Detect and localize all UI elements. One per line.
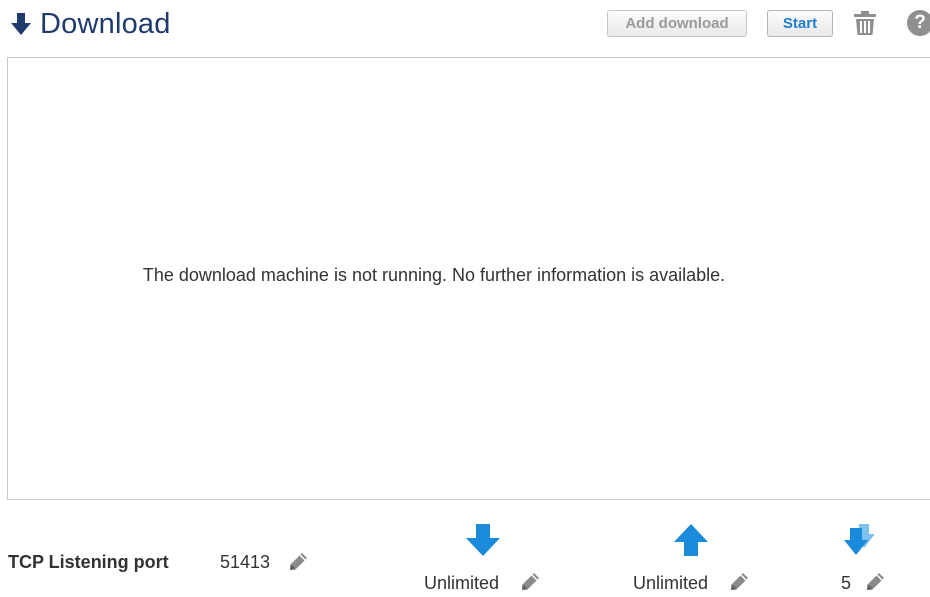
download-speed-icon <box>466 524 500 556</box>
tcp-port-label: TCP Listening port <box>8 552 169 572</box>
edit-download-limit-pencil-icon[interactable] <box>519 571 541 593</box>
page-title-text: Download <box>40 7 171 40</box>
edit-upload-limit-pencil-icon[interactable] <box>728 571 750 593</box>
concurrent-downloads-value: 5 <box>841 573 852 593</box>
header: Download Add download Start ? <box>0 0 930 52</box>
page-title: Download <box>10 6 171 42</box>
upload-speed-icon <box>674 524 708 556</box>
download-list-panel: The download machine is not running. No … <box>7 57 930 500</box>
tcp-port-value: 51413 <box>220 552 271 572</box>
trash-icon[interactable] <box>853 10 877 36</box>
footer-settings: TCP Listening port 51413 Unlimited Unlim… <box>0 500 930 597</box>
status-message: The download machine is not running. No … <box>142 265 726 285</box>
add-download-button[interactable]: Add download <box>607 10 747 37</box>
download-page: Download Add download Start ? The downlo… <box>0 0 930 597</box>
download-limit-value: Unlimited <box>424 573 500 593</box>
start-button[interactable]: Start <box>767 10 833 37</box>
upload-limit-value: Unlimited <box>633 573 709 593</box>
concurrent-downloads-icon <box>844 524 875 555</box>
help-icon[interactable]: ? <box>907 10 930 36</box>
edit-port-pencil-icon[interactable] <box>287 551 309 573</box>
edit-concurrent-downloads-pencil-icon[interactable] <box>864 571 886 593</box>
download-arrow-icon <box>11 13 31 35</box>
